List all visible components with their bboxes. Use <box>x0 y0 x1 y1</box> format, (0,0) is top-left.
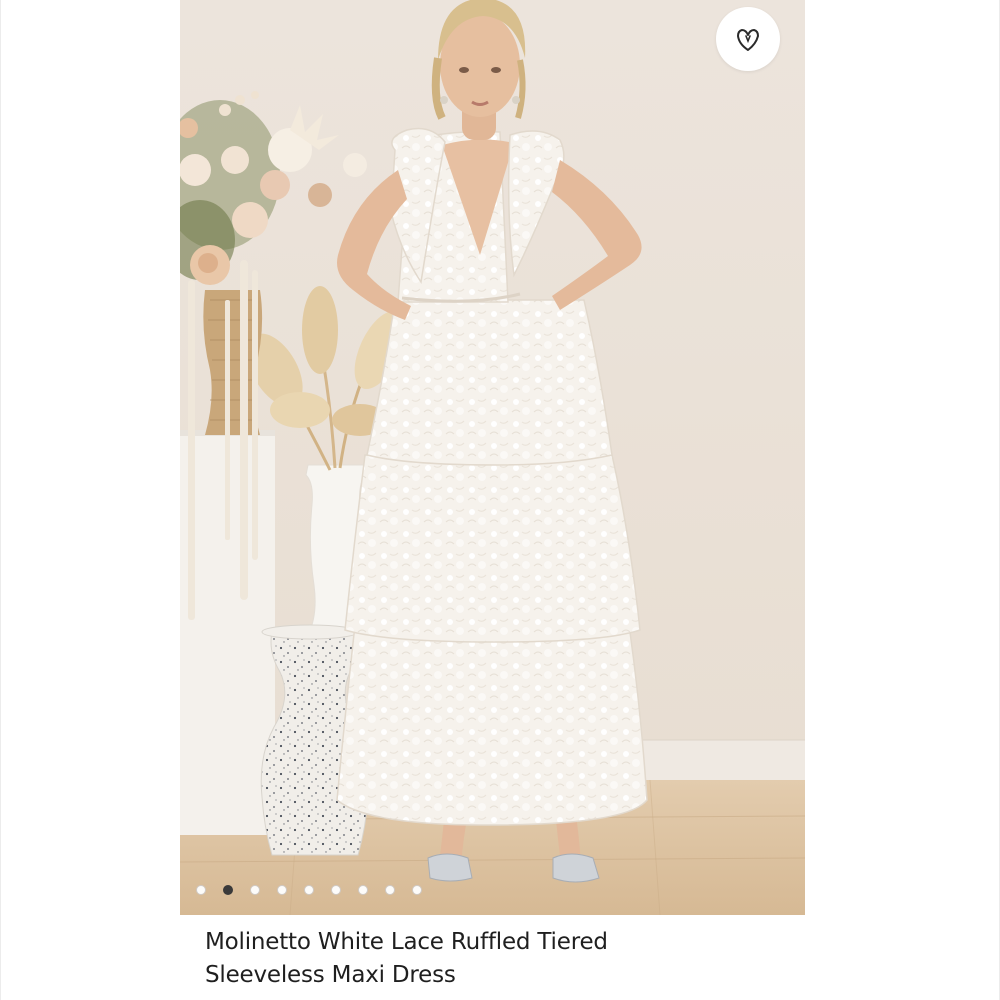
pager-dot[interactable] <box>304 885 314 895</box>
product-page: Molinetto White Lace Ruffled Tiered Slee… <box>0 0 1000 1000</box>
product-photo-illustration <box>180 0 805 915</box>
pager-dot[interactable] <box>412 885 422 895</box>
product-title: Molinetto White Lace Ruffled Tiered Slee… <box>205 926 765 992</box>
page-edge-left <box>0 0 1 1000</box>
pager-dot[interactable] <box>358 885 368 895</box>
image-pager <box>196 883 422 897</box>
pager-dot[interactable] <box>196 885 206 895</box>
product-title-line-1: Molinetto White Lace Ruffled Tiered <box>205 929 608 955</box>
pager-dot[interactable] <box>250 885 260 895</box>
pager-dot-active[interactable] <box>223 885 233 895</box>
pager-dot[interactable] <box>385 885 395 895</box>
product-photo[interactable] <box>180 0 805 915</box>
pager-dot[interactable] <box>331 885 341 895</box>
pager-dot[interactable] <box>277 885 287 895</box>
product-title-line-2: Sleeveless Maxi Dress <box>205 962 456 988</box>
heart-icon <box>737 29 759 51</box>
favorite-button[interactable] <box>716 7 780 71</box>
